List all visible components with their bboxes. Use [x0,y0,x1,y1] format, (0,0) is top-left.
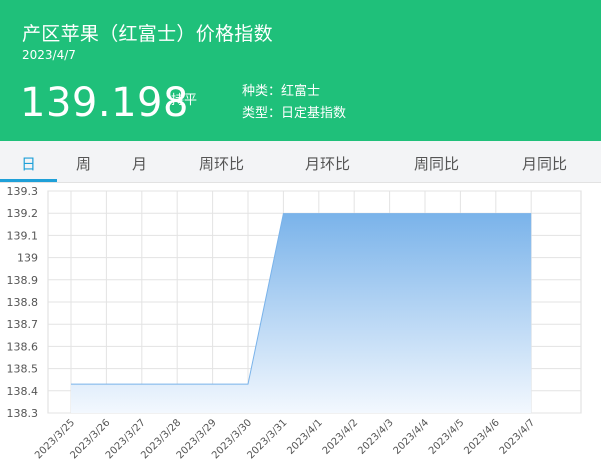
kind-label: 种类：红富士 [242,84,321,99]
date-label: 2023/4/7 [22,48,76,62]
y-tick-label: 138.8 [7,296,39,309]
x-tick-label: 2023/4/6 [462,417,502,457]
y-tick-label: 138.5 [7,363,39,376]
price-index-chart: 139.3 139.2 139.1 139 138.9 138.8 138.7 138.6 13… [7,185,582,461]
period-tabs: 日 周 月 周环比 月环比 周同比 月同比 [0,141,601,183]
page-title: 产区苹果（红富士）价格指数 [22,23,273,45]
tab-month[interactable]: 月 [132,153,147,174]
x-tick-label: 2023/4/1 [285,417,325,457]
y-tick-label: 138.4 [7,385,39,398]
tab-day[interactable]: 日 [21,153,36,174]
tab-month-year-on-year[interactable]: 月同比 [522,153,567,174]
y-tick-label: 138.9 [7,274,39,287]
tab-month-on-month[interactable]: 月环比 [305,153,350,174]
active-tab-indicator [0,179,57,182]
x-tick-label: 2023/4/5 [427,417,467,457]
x-tick-label: 2023/4/7 [498,417,538,457]
type-label: 类型：日定基指数 [242,106,347,121]
header-banner: 产区苹果（红富士）价格指数 2023/4/7 139.198 持平 种类：红富士… [0,0,601,141]
tab-week-year-on-year[interactable]: 周同比 [414,153,459,174]
y-tick-label: 138.3 [7,407,39,420]
x-tick-label: 2023/4/3 [356,417,396,457]
tab-week[interactable]: 周 [76,153,91,174]
y-tick-label: 139.3 [7,185,39,198]
y-tick-label: 138.7 [7,318,39,331]
x-tick-label: 2023/4/4 [392,417,432,457]
x-tick-label: 2023/4/2 [321,417,361,457]
change-status: 持平 [171,93,198,108]
y-tick-label: 139.1 [7,229,39,242]
y-tick-label: 139 [17,252,38,265]
y-tick-label: 138.6 [7,340,39,353]
current-price: 139.198 [20,80,189,126]
y-tick-label: 139.2 [7,207,39,220]
tab-week-on-week[interactable]: 周环比 [199,153,244,174]
chart-area: 139.3 139.2 139.1 139 138.9 138.8 138.7 138.6 13… [0,183,601,469]
